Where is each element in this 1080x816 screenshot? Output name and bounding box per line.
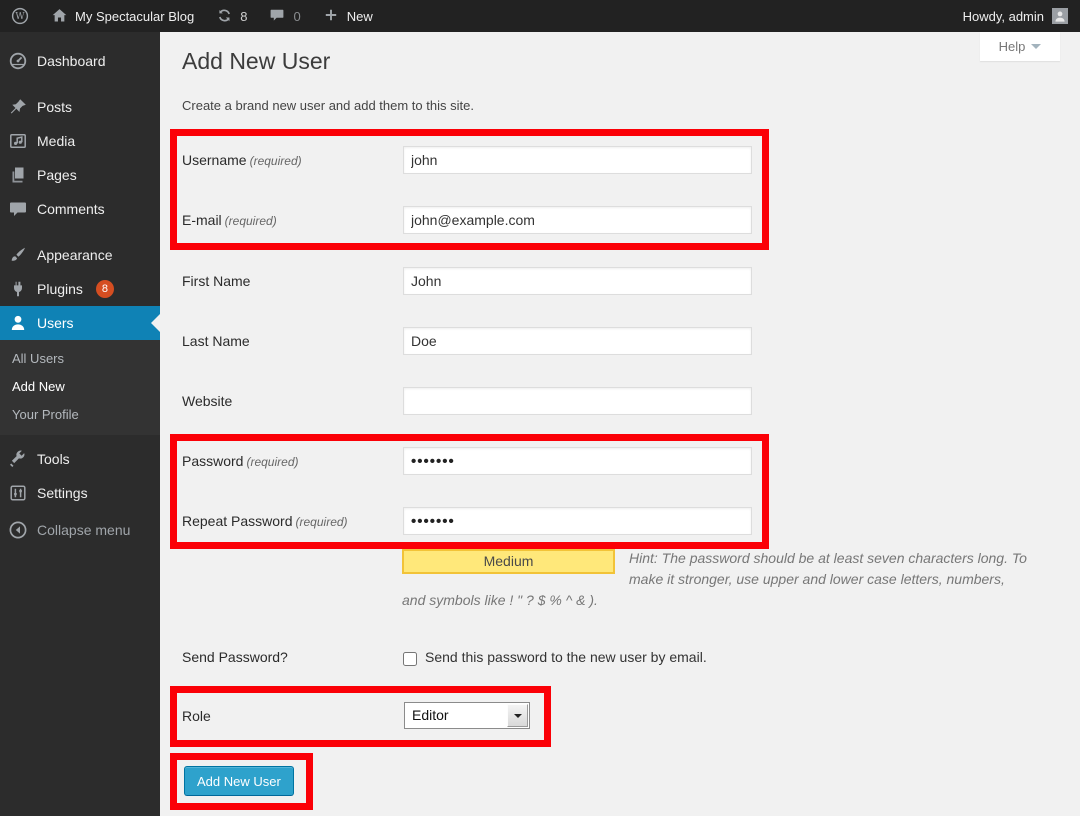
repeat-password-label: Repeat Password(required) <box>182 513 348 529</box>
sidebar-item-dashboard[interactable]: Dashboard <box>0 44 160 78</box>
sidebar-item-media[interactable]: Media <box>0 124 160 158</box>
wordpress-logo-menu[interactable]: W <box>0 0 40 32</box>
settings-icon <box>8 483 28 503</box>
password-strength-area: Medium Hint: The password should be at l… <box>402 548 1032 611</box>
website-input[interactable] <box>403 387 752 415</box>
last-name-label: Last Name <box>182 333 250 349</box>
update-count: 8 <box>240 9 247 24</box>
chevron-down-icon <box>514 714 522 722</box>
chevron-down-icon <box>1031 44 1041 54</box>
current-menu-arrow <box>142 314 160 332</box>
submenu-item-add-new[interactable]: Add New <box>0 373 160 401</box>
send-password-checkbox-label: Send this password to the new user by em… <box>425 649 707 665</box>
comments-icon <box>8 199 28 219</box>
add-new-user-button[interactable]: Add New User <box>184 766 294 796</box>
role-selected-value: Editor <box>412 707 449 723</box>
comments-menu[interactable]: 0 <box>258 0 311 32</box>
role-select[interactable]: Editor <box>404 702 530 729</box>
users-icon <box>8 313 28 333</box>
sidebar-item-posts[interactable]: Posts <box>0 90 160 124</box>
pushpin-icon <box>8 97 28 117</box>
sidebar-item-collapse-menu[interactable]: Collapse menu <box>0 513 160 547</box>
website-label: Website <box>182 393 232 409</box>
password-input[interactable] <box>403 447 752 475</box>
main-content: Help Add New User Create a brand new use… <box>160 32 1080 816</box>
send-password-label: Send Password? <box>182 649 288 665</box>
first-name-input[interactable] <box>403 267 752 295</box>
sidebar-item-tools[interactable]: Tools <box>0 442 160 476</box>
site-name-menu[interactable]: My Spectacular Blog <box>40 0 205 32</box>
paintbrush-icon <box>8 245 28 265</box>
help-tab[interactable]: Help <box>980 32 1060 61</box>
updates-icon <box>216 7 234 25</box>
wrench-icon <box>8 449 28 469</box>
submenu-item-all-users[interactable]: All Users <box>0 345 160 373</box>
dashboard-icon <box>8 51 28 71</box>
repeat-password-input[interactable] <box>403 507 752 535</box>
admin-sidebar: Dashboard Posts Media Pages Comments <box>0 32 160 816</box>
sidebar-item-plugins[interactable]: Plugins 8 <box>0 272 160 306</box>
submenu-item-your-profile[interactable]: Your Profile <box>0 401 160 429</box>
plugin-icon <box>8 279 28 299</box>
select-dropdown-button[interactable] <box>507 704 528 727</box>
username-input[interactable] <box>403 146 752 174</box>
send-password-checkbox[interactable] <box>403 652 417 666</box>
last-name-input[interactable] <box>403 327 752 355</box>
admin-bar: W My Spectacular Blog 8 0 New Howdy, adm… <box>0 0 1080 32</box>
plus-icon <box>323 7 341 25</box>
media-icon <box>8 131 28 151</box>
new-content-menu[interactable]: New <box>312 0 384 32</box>
sidebar-item-pages[interactable]: Pages <box>0 158 160 192</box>
email-input[interactable] <box>403 206 752 234</box>
users-submenu: All Users Add New Your Profile <box>0 340 160 435</box>
page-title: Add New User <box>182 48 330 75</box>
first-name-label: First Name <box>182 273 250 289</box>
home-icon <box>51 7 69 25</box>
wordpress-logo-icon: W <box>11 7 29 25</box>
sidebar-item-comments[interactable]: Comments <box>0 192 160 226</box>
sidebar-item-settings[interactable]: Settings <box>0 476 160 510</box>
password-label: Password(required) <box>182 453 299 469</box>
updates-menu[interactable]: 8 <box>205 0 258 32</box>
sidebar-item-users[interactable]: Users <box>0 306 160 340</box>
pages-icon <box>8 165 28 185</box>
comment-bubble-icon <box>269 7 287 25</box>
sidebar-item-appearance[interactable]: Appearance <box>0 238 160 272</box>
page-subtitle: Create a brand new user and add them to … <box>182 98 474 113</box>
username-label: Username(required) <box>182 152 302 168</box>
new-label: New <box>347 9 373 24</box>
collapse-circle-icon <box>8 520 28 540</box>
email-label: E-mail(required) <box>182 212 277 228</box>
role-label: Role <box>182 708 211 724</box>
password-strength-meter: Medium <box>402 549 615 574</box>
svg-text:W: W <box>15 12 25 22</box>
comment-count: 0 <box>293 9 300 24</box>
howdy-text[interactable]: Howdy, admin <box>963 9 1044 24</box>
site-name: My Spectacular Blog <box>75 9 194 24</box>
user-avatar[interactable] <box>1052 8 1068 24</box>
plugins-update-badge: 8 <box>96 280 114 298</box>
